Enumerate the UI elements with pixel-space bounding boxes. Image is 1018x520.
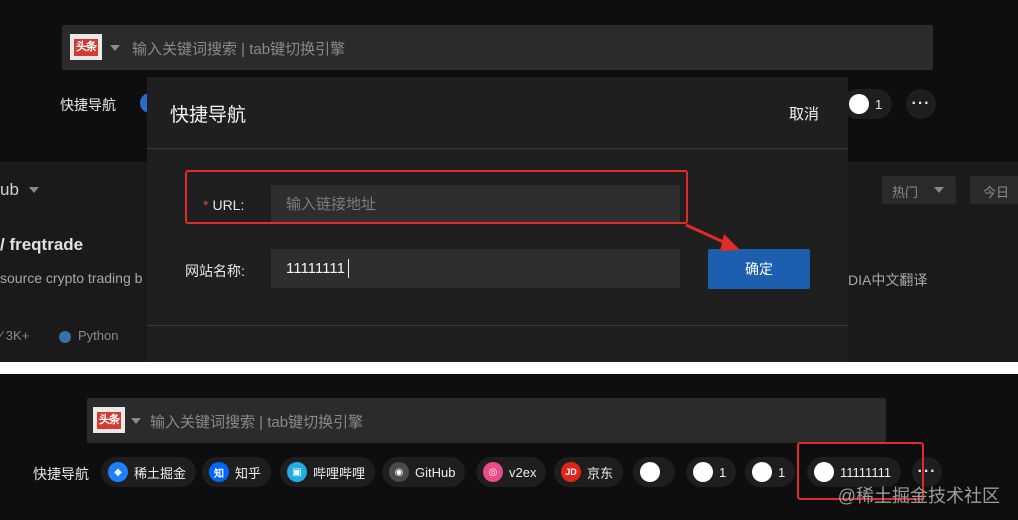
site-name-input[interactable]: [271, 249, 680, 288]
github-icon: ◉: [389, 462, 409, 482]
engine-logo-text: 头条: [74, 38, 98, 56]
quick-nav-item-label: 1: [719, 464, 727, 480]
zhihu-icon: 知: [209, 462, 229, 482]
search-bar[interactable]: 头条 输入关键词搜索 | tab键切换引擎: [62, 25, 933, 70]
quick-nav-item-label: GitHub: [415, 464, 456, 480]
quick-nav-item-juejin[interactable]: ◆ 稀土掘金: [101, 457, 197, 487]
quick-nav-item-label: 1: [875, 96, 883, 112]
dialog-title: 快捷导航: [170, 105, 247, 126]
quick-nav-item-github[interactable]: ◉ GitHub: [382, 457, 466, 487]
quick-nav-item-bilibili[interactable]: ▣ 哔哩哔哩: [280, 457, 376, 487]
quick-nav-item[interactable]: 1: [842, 89, 892, 119]
quick-nav-item-1[interactable]: 1: [686, 457, 737, 487]
repo-description: source crypto trading b: [0, 270, 143, 286]
blank-site-icon: [849, 94, 869, 114]
quick-nav-label: 快捷导航: [33, 466, 89, 482]
juejin-icon: ◆: [108, 462, 128, 482]
engine-dropdown-icon[interactable]: [131, 418, 141, 424]
blank-site-icon: [693, 462, 713, 482]
repo-title[interactable]: / freqtrade: [0, 235, 83, 255]
quick-nav-item-label: 1: [778, 464, 786, 480]
dialog-header-divider: [147, 148, 848, 149]
result-screenshot: 头条 输入关键词搜索 | tab键切换引擎 快捷导航 ◆ 稀土掘金 知 知乎 ▣…: [0, 374, 1018, 520]
search-placeholder[interactable]: 输入关键词搜索 | tab键切换引擎: [132, 38, 345, 59]
dialog-screenshot: 头条 输入关键词搜索 | tab键切换引擎 快捷导航 1 ··· ub / fr…: [0, 0, 1018, 362]
engine-dropdown-icon[interactable]: [110, 45, 120, 51]
quick-nav-item-label: 京东: [587, 465, 614, 481]
annotation-arrow-icon: [685, 223, 740, 251]
today-filter-dropdown[interactable]: 今日: [970, 176, 1018, 204]
hot-filter-label: 热门: [892, 185, 919, 200]
chevron-down-icon: [934, 187, 944, 193]
search-bar[interactable]: 头条 输入关键词搜索 | tab键切换引擎: [87, 398, 886, 443]
dialog-footer-divider: [147, 325, 848, 326]
site-name-label: 网站名称:: [185, 263, 245, 279]
bilibili-icon: ▣: [287, 462, 307, 482]
today-filter-label: 今日: [983, 185, 1010, 200]
v2ex-icon: ◎: [483, 462, 503, 482]
quick-nav-item-1b[interactable]: 1: [745, 457, 796, 487]
toutiao-engine-logo[interactable]: 头条: [70, 34, 102, 60]
repo-stars-count: 3K+: [5, 328, 30, 343]
cancel-button[interactable]: 取消: [789, 103, 819, 124]
text-cursor: [348, 259, 349, 278]
quick-nav-label: 快捷导航: [60, 97, 116, 113]
more-icon[interactable]: ···: [906, 89, 936, 119]
blank-site-icon: [640, 462, 660, 482]
search-placeholder[interactable]: 输入关键词搜索 | tab键切换引擎: [150, 411, 363, 432]
quick-nav-item-blank[interactable]: [633, 457, 675, 487]
jd-icon: JD: [561, 462, 581, 482]
url-highlight-box: [185, 170, 688, 224]
quick-nav-item-zhihu[interactable]: 知 知乎: [202, 457, 272, 487]
hot-filter-dropdown[interactable]: 热门: [882, 176, 956, 204]
quick-nav-item-label: 知乎: [235, 465, 262, 481]
repo-stars: ⁄ 3K+: [0, 328, 29, 343]
quick-nav-item-label: 稀土掘金: [134, 465, 187, 481]
language-dot-icon: [59, 331, 71, 343]
quick-nav-item-label: 哔哩哔哩: [313, 465, 366, 481]
section-title: ub: [0, 180, 19, 199]
repo-description-right: DIA中文翻译: [848, 272, 928, 288]
section-dropdown-icon[interactable]: [29, 187, 39, 193]
quick-nav-item-label: v2ex: [509, 464, 537, 480]
quick-nav-item-v2ex[interactable]: ◎ v2ex: [476, 457, 547, 487]
blank-site-icon: [752, 462, 772, 482]
repo-language: Python: [78, 328, 119, 343]
toutiao-engine-logo[interactable]: 头条: [93, 407, 125, 433]
watermark: @稀土掘金技术社区: [837, 486, 1000, 506]
engine-logo-text: 头条: [97, 411, 121, 429]
quick-nav-item-jd[interactable]: JD 京东: [554, 457, 624, 487]
